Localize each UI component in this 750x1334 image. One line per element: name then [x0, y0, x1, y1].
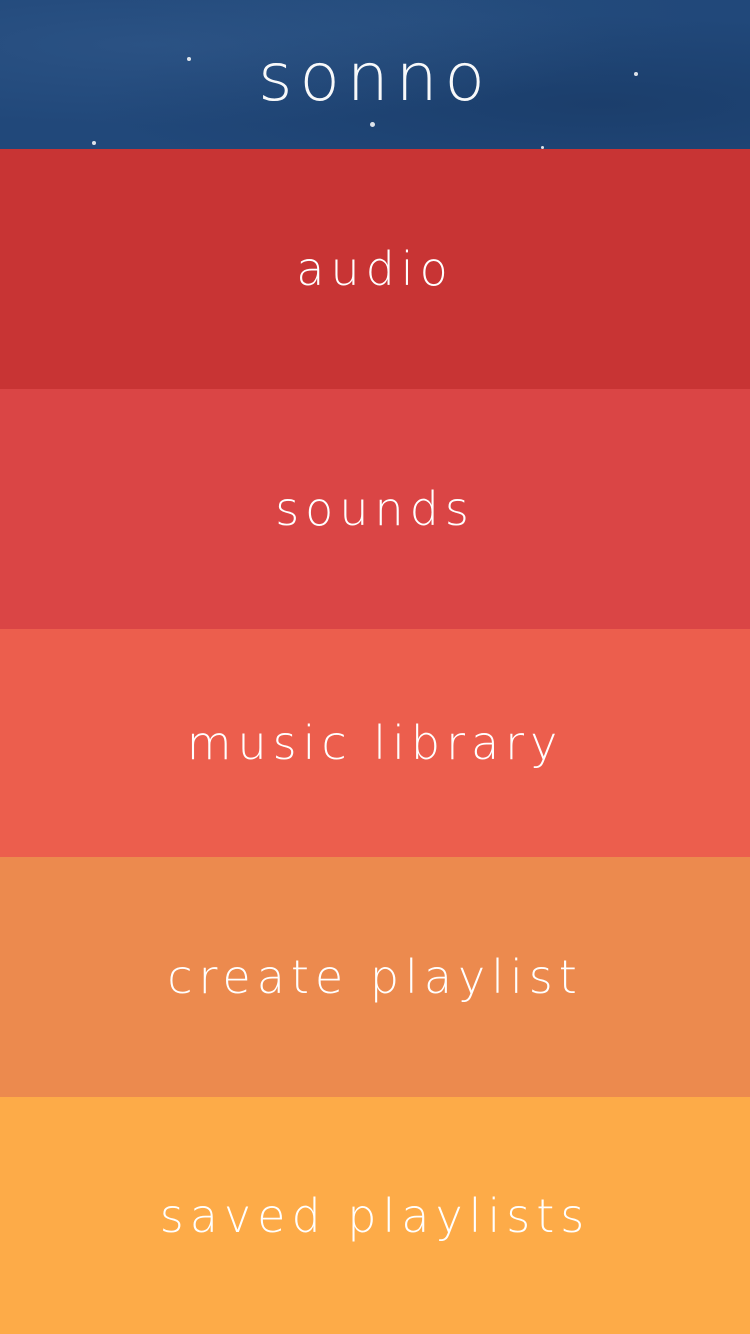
menu-item-label: saved playlists: [159, 1188, 591, 1243]
menu-item-create-playlist[interactable]: create playlist: [0, 857, 750, 1097]
star-decoration: [92, 141, 96, 145]
menu-item-music-library[interactable]: music library: [0, 629, 750, 857]
menu-item-label: audio: [296, 242, 454, 296]
menu-item-sounds[interactable]: sounds: [0, 389, 750, 629]
menu-item-label: create playlist: [167, 950, 583, 1004]
menu-item-saved-playlists[interactable]: saved playlists: [0, 1097, 750, 1334]
star-decoration: [370, 122, 375, 127]
menu-item-audio[interactable]: audio: [0, 149, 750, 389]
app-title: sonno: [258, 39, 492, 116]
menu-item-label: music library: [186, 716, 564, 770]
menu-item-label: sounds: [275, 482, 475, 536]
app-header: sonno: [0, 0, 750, 149]
